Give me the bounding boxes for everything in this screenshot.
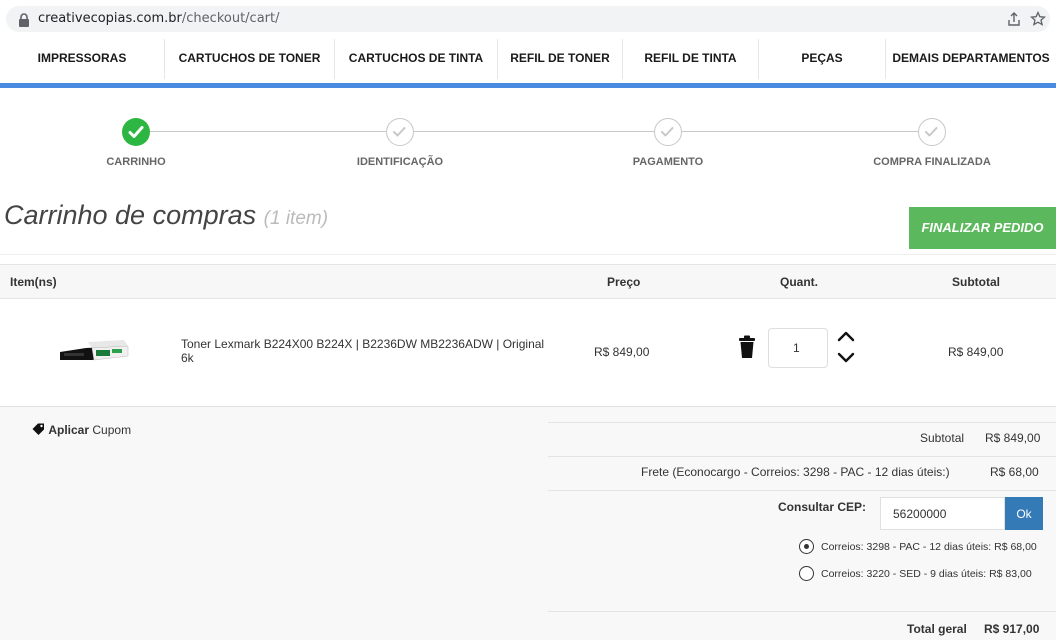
step-connector: [150, 131, 386, 132]
frete-value: R$ 68,00: [990, 465, 1039, 479]
coupon-rest: Cupom: [92, 423, 132, 437]
browser-address-bar: creativecopias.com.br/checkout/cart/: [0, 0, 1056, 36]
product-subtotal: R$ 849,00: [948, 345, 1004, 359]
tag-icon: [32, 423, 44, 435]
step-identificacao-check-icon: [386, 118, 414, 146]
summary-divider: [548, 490, 1056, 491]
url-path: /checkout/cart/: [181, 11, 280, 26]
chevron-down-icon[interactable]: [837, 352, 855, 364]
cep-ok-button[interactable]: Ok: [1005, 497, 1043, 530]
product-price: R$ 849,00: [594, 345, 650, 359]
cart-table-header: Item(ns) Preço Quant. Subtotal: [0, 264, 1056, 299]
header-qty: Quant.: [780, 275, 818, 289]
subtotal-value: R$ 849,00: [985, 431, 1041, 445]
nav-refil-toner[interactable]: REFIL DE TONER: [498, 39, 623, 79]
url-host: creativecopias.com.br: [38, 11, 182, 26]
step-label-carrinho: CARRINHO: [106, 156, 166, 168]
summary-divider: [548, 422, 1056, 423]
star-icon[interactable]: [1030, 11, 1046, 27]
chevron-up-icon[interactable]: [837, 330, 855, 342]
radio-selected-dot: [803, 543, 809, 549]
url-text[interactable]: creativecopias.com.br/checkout/cart/: [38, 11, 280, 26]
category-nav: IMPRESSORAS CARTUCHOS DE TONER CARTUCHOS…: [0, 39, 1056, 79]
shipping-label-sed[interactable]: Correios: 3220 - SED - 9 dias úteis: R$ …: [821, 568, 1032, 580]
product-image[interactable]: [56, 338, 130, 364]
nav-demais-departamentos[interactable]: DEMAIS DEPARTAMENTOS: [886, 39, 1056, 79]
step-compra-finalizada-check-icon: [918, 118, 946, 146]
page-title: Carrinho de compras (1 item): [4, 200, 328, 231]
step-connector: [682, 131, 918, 132]
divider: [0, 254, 1056, 255]
summary-divider: [548, 456, 1056, 457]
subtotal-label: Subtotal: [920, 431, 965, 445]
cep-input[interactable]: [880, 497, 1005, 530]
summary-divider: [548, 611, 1056, 612]
nav-cartuchos-tinta[interactable]: CARTUCHOS DE TINTA: [335, 39, 498, 79]
step-label-pagamento: PAGAMENTO: [632, 156, 704, 168]
frete-label: Frete (Econocargo - Correios: 3298 - PAC…: [641, 465, 950, 479]
nav-impressoras[interactable]: IMPRESSORAS: [0, 39, 165, 79]
nav-cartuchos-toner[interactable]: CARTUCHOS DE TONER: [165, 39, 335, 79]
shipping-radio-pac[interactable]: [799, 539, 814, 554]
total-label: Total geral: [907, 622, 967, 636]
quantity-input[interactable]: [768, 328, 828, 368]
nav-pecas[interactable]: PEÇAS: [759, 39, 886, 79]
step-connector: [414, 131, 654, 132]
total-value: R$ 917,00: [984, 622, 1040, 636]
header-price: Preço: [607, 275, 641, 289]
page-title-text: Carrinho de compras: [4, 200, 257, 230]
lock-icon: [19, 13, 29, 27]
cep-label: Consultar CEP:: [778, 500, 867, 514]
step-pagamento-check-icon: [654, 118, 682, 146]
trash-icon[interactable]: [737, 335, 757, 359]
header-item: Item(ns): [10, 275, 57, 289]
step-label-compra-finalizada: COMPRA FINALIZADA: [873, 156, 991, 168]
step-carrinho-check-icon: [122, 118, 150, 146]
nav-refil-tinta[interactable]: REFIL DE TINTA: [623, 39, 759, 79]
coupon-bold: Aplicar: [48, 423, 90, 437]
finalizar-pedido-button[interactable]: FINALIZAR PEDIDO: [909, 207, 1056, 249]
product-name[interactable]: Toner Lexmark B224X00 B224X | B2236DW MB…: [181, 337, 551, 365]
header-subtotal: Subtotal: [952, 275, 1000, 289]
shipping-label-pac[interactable]: Correios: 3298 - PAC - 12 dias úteis: R$…: [821, 541, 1037, 553]
accent-bar: [0, 83, 1056, 88]
share-icon[interactable]: [1006, 11, 1022, 27]
step-label-identificacao: IDENTIFICAÇÃO: [356, 156, 444, 168]
apply-coupon-link[interactable]: Aplicar Cupom: [32, 423, 131, 437]
shipping-radio-sed[interactable]: [799, 566, 814, 581]
item-count: (1 item): [263, 208, 329, 229]
